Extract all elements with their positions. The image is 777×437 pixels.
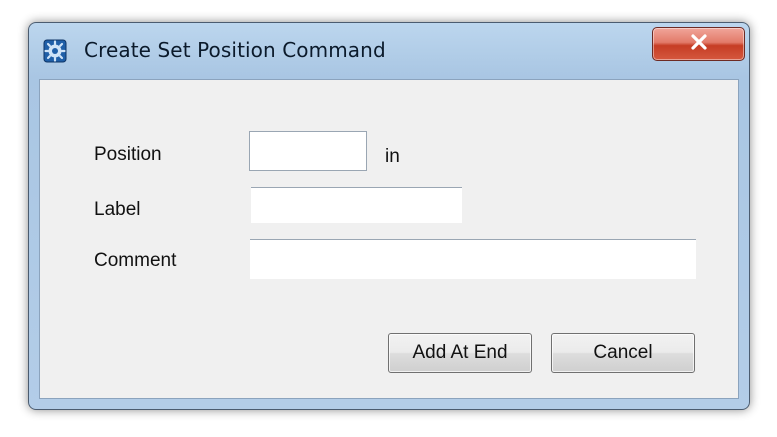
position-label: Position: [94, 144, 162, 165]
comment-input[interactable]: [250, 239, 696, 279]
label-input[interactable]: [251, 187, 462, 223]
close-icon: [690, 34, 708, 54]
label-label: Label: [94, 199, 141, 220]
position-input[interactable]: [249, 131, 367, 171]
gear-icon: [43, 39, 67, 63]
close-button[interactable]: [652, 27, 745, 61]
add-at-end-button[interactable]: Add At End: [388, 333, 532, 373]
comment-label: Comment: [94, 250, 177, 271]
dialog-body: Position in Label Comment Add At End Can…: [39, 79, 739, 399]
dialog-window: Create Set Position Command Position in …: [28, 22, 750, 410]
position-unit-label: in: [385, 146, 400, 167]
cancel-button[interactable]: Cancel: [551, 333, 695, 373]
window-title: Create Set Position Command: [84, 38, 386, 62]
title-bar[interactable]: Create Set Position Command: [29, 23, 749, 79]
